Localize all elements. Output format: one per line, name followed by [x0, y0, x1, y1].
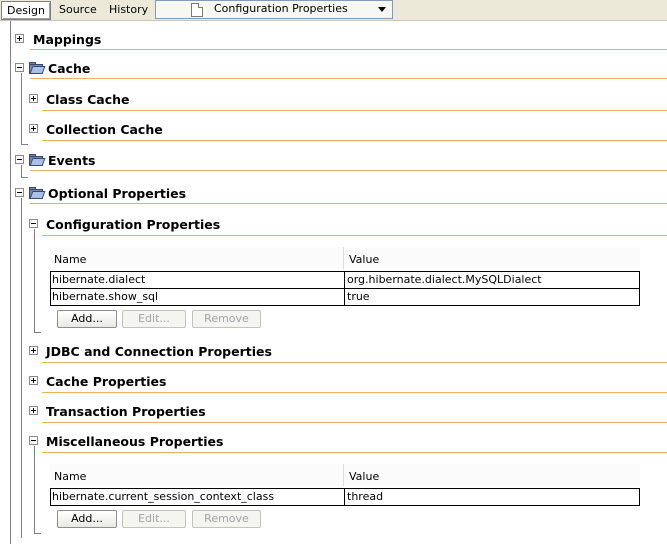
config-properties-table: Name Value hibernate.dialect org.hiberna… — [50, 247, 640, 306]
tree-line — [10, 21, 11, 544]
property-name-cell[interactable]: hibernate.show_sql — [52, 290, 158, 303]
collapse-icon[interactable] — [15, 155, 24, 164]
tree-line — [21, 73, 22, 144]
tree-line — [34, 332, 41, 333]
column-divider — [343, 247, 344, 269]
expand-icon[interactable] — [29, 406, 38, 415]
section-divider — [42, 452, 667, 453]
tree-line — [21, 198, 22, 538]
tab-history[interactable]: History — [104, 1, 153, 18]
section-events[interactable]: Events — [48, 153, 95, 168]
folder-icon — [29, 62, 46, 74]
expand-icon[interactable] — [29, 346, 38, 355]
property-value-cell[interactable]: org.hibernate.dialect.MySQLDialect — [347, 273, 542, 286]
table-row[interactable]: hibernate.current_session_context_class … — [51, 489, 639, 505]
collapse-icon[interactable] — [29, 436, 38, 445]
section-jdbc-connection-properties[interactable]: JDBC and Connection Properties — [46, 344, 272, 359]
property-name-cell[interactable]: hibernate.current_session_context_class — [52, 490, 274, 503]
table-header: Name Value — [50, 247, 640, 269]
add-property-button[interactable]: Add... — [57, 510, 117, 528]
tree-line — [21, 165, 22, 177]
view-selector-label: Configuration Properties — [214, 2, 348, 15]
remove-property-button[interactable]: Remove — [192, 310, 261, 328]
section-divider — [42, 392, 667, 393]
section-divider — [42, 422, 667, 423]
tab-source[interactable]: Source — [54, 1, 102, 18]
tree-line — [34, 229, 35, 332]
column-divider — [344, 272, 345, 288]
edit-property-button[interactable]: Edit... — [122, 310, 186, 328]
misc-properties-table: Name Value hibernate.current_session_con… — [50, 464, 640, 506]
expand-icon[interactable] — [29, 94, 38, 103]
collapse-icon[interactable] — [29, 219, 38, 228]
add-property-button[interactable]: Add... — [57, 310, 117, 328]
folder-icon — [29, 154, 46, 166]
collapse-icon[interactable] — [15, 188, 24, 197]
section-divider — [30, 78, 667, 79]
tree-line — [34, 533, 41, 534]
table-row[interactable]: hibernate.show_sql true — [51, 288, 639, 305]
section-collection-cache[interactable]: Collection Cache — [46, 122, 163, 137]
section-divider — [42, 362, 667, 363]
section-cache[interactable]: Cache — [48, 61, 90, 76]
tree-line — [21, 177, 28, 178]
property-name-cell[interactable]: hibernate.dialect — [52, 273, 145, 286]
column-header-name[interactable]: Name — [54, 470, 86, 483]
dropdown-arrow-icon — [378, 7, 386, 12]
designer-toolbar: Design Source History Configuration Prop… — [0, 0, 667, 21]
document-icon — [191, 3, 203, 17]
folder-icon — [29, 187, 46, 199]
table-header: Name Value — [50, 464, 640, 486]
column-header-value[interactable]: Value — [349, 470, 379, 483]
table-row[interactable]: hibernate.dialect org.hibernate.dialect.… — [51, 272, 639, 288]
expand-icon[interactable] — [29, 124, 38, 133]
section-class-cache[interactable]: Class Cache — [46, 92, 130, 107]
section-divider — [42, 235, 667, 236]
section-mappings[interactable]: Mappings — [33, 32, 101, 47]
section-divider — [42, 140, 667, 141]
section-divider — [30, 170, 667, 171]
tree-line — [34, 446, 35, 533]
section-cache-properties[interactable]: Cache Properties — [46, 374, 166, 389]
table-body: hibernate.current_session_context_class … — [50, 488, 640, 506]
section-configuration-properties[interactable]: Configuration Properties — [46, 217, 220, 232]
property-value-cell[interactable]: true — [347, 290, 370, 303]
property-value-cell[interactable]: thread — [347, 490, 383, 503]
expand-icon[interactable] — [29, 376, 38, 385]
section-divider — [30, 203, 667, 204]
tab-design[interactable]: Design — [1, 1, 51, 20]
tree-line — [21, 144, 28, 145]
column-divider — [344, 289, 345, 305]
column-header-value[interactable]: Value — [349, 253, 379, 266]
collapse-icon[interactable] — [15, 63, 24, 72]
section-divider — [30, 49, 667, 50]
expand-icon[interactable] — [15, 34, 24, 43]
remove-property-button[interactable]: Remove — [192, 510, 261, 528]
section-optional-properties[interactable]: Optional Properties — [48, 186, 186, 201]
column-divider — [343, 464, 344, 486]
column-header-name[interactable]: Name — [54, 253, 86, 266]
column-divider — [344, 489, 345, 505]
edit-property-button[interactable]: Edit... — [122, 510, 186, 528]
view-selector-dropdown[interactable]: Configuration Properties — [155, 0, 393, 19]
table-body: hibernate.dialect org.hibernate.dialect.… — [50, 271, 640, 306]
section-divider — [42, 110, 667, 111]
section-miscellaneous-properties[interactable]: Miscellaneous Properties — [46, 434, 223, 449]
section-transaction-properties[interactable]: Transaction Properties — [46, 404, 206, 419]
